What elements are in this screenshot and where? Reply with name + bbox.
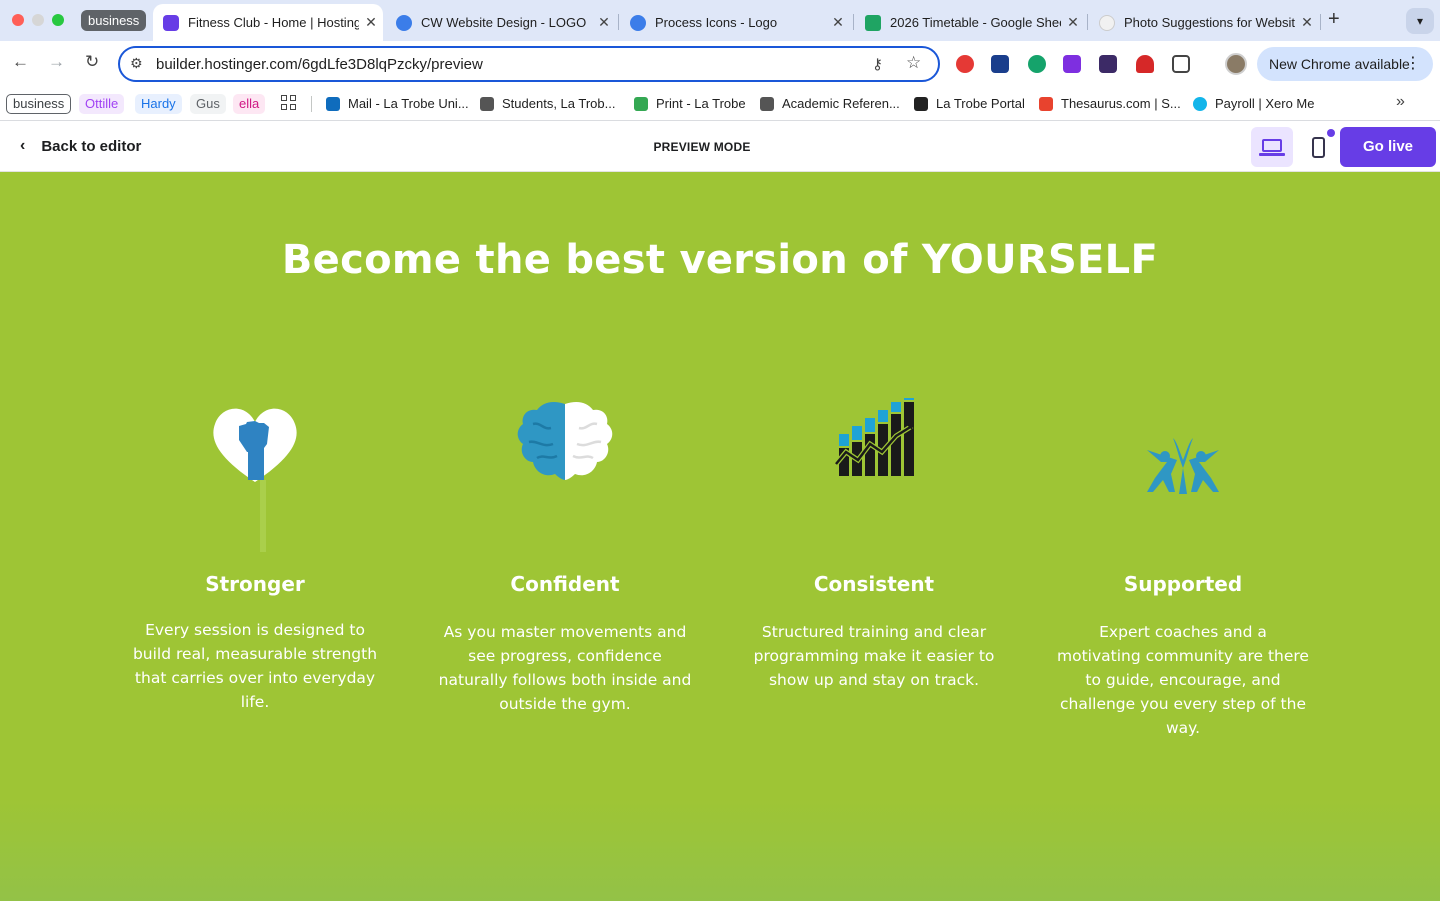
- tab-cw-website-design[interactable]: CW Website Design - LOGO ✕: [386, 4, 616, 41]
- bookmark-xero-payroll[interactable]: Payroll | Xero Me: [1193, 96, 1314, 111]
- tab-photo-suggestions[interactable]: Photo Suggestions for Website ✕: [1089, 4, 1319, 41]
- bookmark-academic-referencing[interactable]: Academic Referen...: [760, 96, 900, 111]
- close-icon[interactable]: ✕: [1295, 14, 1319, 31]
- thesaurus-icon: [1039, 96, 1053, 111]
- bookmark-group-hardy[interactable]: Hardy: [135, 94, 182, 114]
- feature-title: Confident: [510, 572, 620, 596]
- tab-separator: [853, 14, 854, 30]
- close-icon[interactable]: ✕: [1061, 14, 1085, 31]
- password-key-icon[interactable]: ⚷: [872, 55, 883, 73]
- browser-tab-strip: business Fitness Club - Home | Hostinger…: [0, 0, 1440, 41]
- bookmark-star-icon[interactable]: ☆: [906, 53, 921, 73]
- laptop-icon: [1262, 139, 1282, 152]
- grammarly-icon[interactable]: [1028, 55, 1046, 73]
- bookmarks-bar: business Ottille Hardy Gus ella Mail - L…: [0, 87, 1440, 121]
- url-text[interactable]: builder.hostinger.com/6gdLfe3D8lqPzcky/p…: [156, 56, 483, 73]
- team-people-icon: [1043, 430, 1323, 505]
- feature-title: Supported: [1123, 572, 1243, 596]
- brain-icon: [425, 400, 705, 495]
- notification-dot: [1327, 129, 1335, 137]
- bookmark-group-gus[interactable]: Gus: [190, 94, 226, 114]
- adblock-icon[interactable]: [956, 55, 974, 73]
- tab-separator: [1320, 14, 1321, 30]
- xero-icon: [1193, 96, 1207, 111]
- feature-description: As you master movements and see progress…: [438, 623, 692, 713]
- bookmark-latrobe-portal[interactable]: La Trobe Portal: [914, 96, 1025, 111]
- bookmark-thesaurus[interactable]: Thesaurus.com | S...: [1039, 96, 1181, 111]
- site-preview: Become the best version of YOURSELF Stro…: [0, 172, 1440, 901]
- heart-fist-icon: [115, 400, 395, 565]
- close-icon[interactable]: ✕: [592, 14, 616, 31]
- tab-process-icons[interactable]: Process Icons - Logo ✕: [620, 4, 850, 41]
- hero-title: Become the best version of YOURSELF: [281, 237, 1159, 283]
- hostinger-icon: [163, 14, 179, 31]
- outlook-icon: [326, 96, 340, 111]
- mobile-view-button[interactable]: [1304, 127, 1335, 167]
- latrobe-icon: [480, 96, 494, 111]
- close-icon[interactable]: ✕: [359, 14, 383, 31]
- tab-search-button[interactable]: ▾: [1406, 8, 1434, 34]
- apps-grid-icon[interactable]: [281, 95, 296, 110]
- portal-icon: [914, 96, 928, 111]
- profile-avatar[interactable]: [1225, 53, 1247, 75]
- feature-title: Stronger: [205, 572, 305, 596]
- tab-timetable[interactable]: 2026 Timetable - Google Sheets ✕: [855, 4, 1085, 41]
- google-sheets-icon: [865, 14, 881, 31]
- chrome-update-button[interactable]: New Chrome available ⋮: [1257, 47, 1433, 81]
- bookmark-print[interactable]: Print - La Trobe: [634, 96, 746, 111]
- tab-separator: [1087, 14, 1088, 30]
- canva-icon: [396, 14, 412, 31]
- bookmark-mail[interactable]: Mail - La Trobe Uni...: [326, 96, 469, 111]
- tab-group-chip[interactable]: business: [81, 10, 147, 31]
- reload-icon[interactable]: ↻: [85, 52, 99, 72]
- window-close-button[interactable]: [12, 14, 24, 26]
- cube-extension-icon[interactable]: [1099, 55, 1117, 73]
- preview-header: ‹ Back to editor PREVIEW MODE Go live: [0, 122, 1440, 172]
- print-icon: [634, 96, 648, 111]
- bookmark-students[interactable]: Students, La Trob...: [480, 96, 615, 111]
- feature-description: Expert coaches and a motivating communit…: [1057, 623, 1309, 737]
- go-live-button[interactable]: Go live: [1340, 127, 1436, 167]
- site-settings-icon[interactable]: ⚙: [130, 55, 143, 72]
- tab-fitness-club[interactable]: Fitness Club - Home | Hostinger ✕: [153, 4, 383, 41]
- extensions-puzzle-icon[interactable]: [1172, 55, 1190, 73]
- canva-icon: [630, 14, 646, 31]
- phone-icon: [1312, 137, 1325, 158]
- tab-separator: [618, 14, 619, 30]
- bookmark-group-ella[interactable]: ella: [233, 94, 266, 114]
- address-bar[interactable]: ⚙ builder.hostinger.com/6gdLfe3D8lqPzcky…: [118, 46, 940, 82]
- reader-extension-icon[interactable]: [991, 55, 1009, 73]
- forward-arrow-icon[interactable]: →: [48, 52, 65, 72]
- growth-chart-icon: [734, 398, 1014, 485]
- feature-description: Structured training and clear programmin…: [753, 623, 995, 689]
- browser-toolbar: ← → ↻ ⚙ builder.hostinger.com/6gdLfe3D8l…: [0, 41, 1440, 87]
- back-arrow-icon[interactable]: ←: [12, 52, 29, 72]
- desktop-view-button[interactable]: [1251, 127, 1293, 167]
- puzzle-blocks-icon[interactable]: [1063, 55, 1081, 73]
- feature-title: Consistent: [813, 572, 935, 596]
- bookmark-separator: [311, 96, 312, 112]
- close-icon[interactable]: ✕: [826, 14, 850, 31]
- ghost-extension-icon[interactable]: [1136, 55, 1154, 73]
- bookmark-group-business[interactable]: business: [6, 94, 72, 114]
- preview-mode-label: PREVIEW MODE: [653, 140, 751, 154]
- window-minimize-button[interactable]: [32, 14, 44, 26]
- bookmark-group-ottille[interactable]: Ottille: [79, 94, 125, 114]
- latrobe-icon: [760, 96, 774, 111]
- new-tab-button[interactable]: +: [1328, 8, 1340, 31]
- feature-description: Every session is designed to build real,…: [132, 621, 378, 711]
- more-menu-icon: ⋮: [1405, 55, 1421, 72]
- window-zoom-button[interactable]: [52, 14, 64, 26]
- chatgpt-icon: [1099, 14, 1115, 31]
- bookmarks-overflow-icon[interactable]: »: [1396, 93, 1405, 111]
